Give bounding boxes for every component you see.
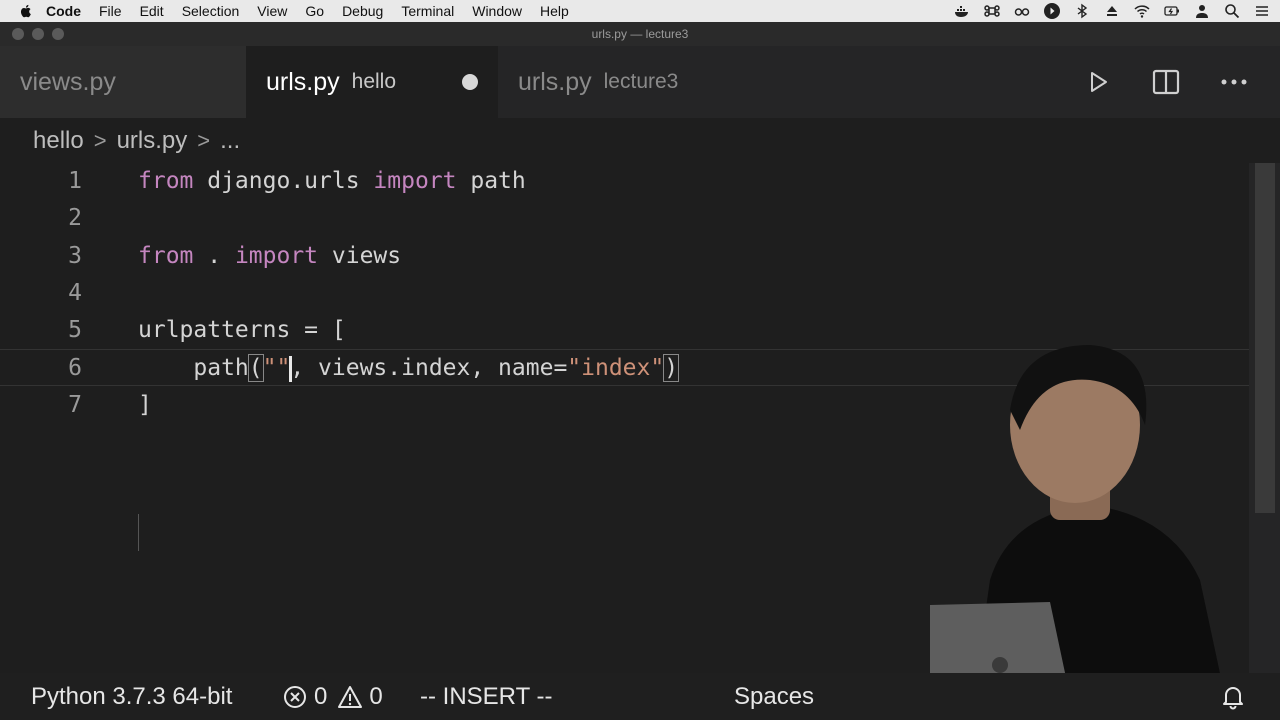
window-title-bar: urls.py — lecture3 [0,22,1280,46]
status-bar: Python 3.7.3 64-bit 0 0 -- INSERT -- Spa… [0,673,1280,720]
close-window-button[interactable] [12,28,24,40]
wifi-icon[interactable] [1134,3,1150,19]
line-number: 4 [68,280,82,306]
menu-selection[interactable]: Selection [182,0,240,22]
code-token: path [456,168,526,194]
chevron-right-icon: > [93,128,107,153]
split-editor-icon[interactable] [1150,66,1182,98]
line-number: 1 [68,168,82,194]
control-center-icon[interactable] [1254,3,1270,19]
tab-label: urls.py [518,67,592,96]
window-controls [12,28,64,40]
line-number: 6 [68,355,82,381]
code-token: path [138,355,249,381]
menu-view[interactable]: View [257,0,287,22]
window-title: urls.py — lecture3 [591,27,689,41]
battery-icon[interactable] [1164,3,1180,19]
code-token: views [318,243,402,269]
menu-terminal[interactable]: Terminal [401,0,454,22]
line-number: 3 [68,243,82,269]
tab-views-py[interactable]: views.py [0,46,246,118]
line-number: 7 [68,392,82,418]
code-text: ] [138,387,152,424]
matched-bracket: ) [663,354,680,382]
docker-icon[interactable] [954,3,970,19]
notifications-bell-icon[interactable] [1220,673,1246,720]
code-text: from django.urls import path [138,163,526,200]
keyword-token: import [234,243,319,269]
breadcrumb: hello > urls.py > ... [33,122,240,160]
keyword-token: from [138,243,194,269]
code-token: ] [138,392,152,418]
menu-bar: Code File Edit Selection View Go Debug T… [0,0,1280,22]
breadcrumb-file[interactable]: urls.py [117,127,188,155]
tab-urls-py-lecture3[interactable]: urls.py lecture3 [498,46,718,118]
string-token: "index" [567,355,665,381]
eject-icon[interactable] [1104,3,1120,19]
vertical-scrollbar[interactable] [1249,163,1280,673]
more-actions-icon[interactable] [1218,66,1250,98]
code-text: from . import views [138,238,401,275]
presenter-video-overlay [930,330,1250,720]
menu-code[interactable]: Code [46,0,81,22]
menu-help[interactable]: Help [540,0,569,22]
menu-file[interactable]: File [99,0,122,22]
problems-indicator[interactable]: 0 0 [282,673,383,720]
breadcrumb-symbol[interactable]: ... [220,127,240,155]
menu-debug[interactable]: Debug [342,0,383,22]
tab-urls-py-hello[interactable]: urls.py hello [246,46,498,118]
error-icon [282,684,308,710]
chevron-right-icon: > [197,128,211,153]
command-key-icon[interactable] [984,3,1000,19]
zoom-window-button[interactable] [52,28,64,40]
matched-bracket: ( [247,354,264,382]
play-circle-icon[interactable] [1044,3,1060,19]
tab-description: hello [351,70,397,93]
bluetooth-icon[interactable] [1074,3,1090,19]
warning-icon [337,684,363,710]
search-icon[interactable] [1224,3,1240,19]
run-icon[interactable] [1082,66,1114,98]
code-text: path("", views.index, name="index") [138,350,680,387]
code-line[interactable]: 3 from . import views [0,238,1250,275]
indent-guide [138,514,139,551]
code-line[interactable]: 1 from django.urls import path [0,163,1250,200]
indentation-setting[interactable]: Spaces [734,673,814,720]
keyword-token: import [373,168,457,194]
menu-go[interactable]: Go [305,0,324,22]
code-token: django.urls [193,168,374,194]
menu-window[interactable]: Window [472,0,522,22]
unsaved-changes-icon[interactable] [462,74,478,90]
warning-count: 0 [369,682,383,710]
editor-actions [1082,46,1250,118]
python-interpreter[interactable]: Python 3.7.3 64-bit [31,673,232,720]
breadcrumb-folder[interactable]: hello [33,127,84,155]
code-text: urlpatterns = [ [138,312,346,349]
tab-description: lecture3 [603,70,679,93]
vim-mode: -- INSERT -- [420,682,553,710]
line-number: 2 [68,205,82,231]
code-line[interactable]: 2 [0,200,1250,237]
user-icon[interactable] [1194,3,1210,19]
tab-label: views.py [20,67,116,96]
string-token: "" [262,355,291,381]
keyword-token: from [138,168,194,194]
code-token: urlpatterns = [ [138,317,346,343]
minimize-window-button[interactable] [32,28,44,40]
error-count: 0 [314,682,328,710]
apple-icon[interactable] [18,3,34,19]
code-token: . [193,243,235,269]
menu-bar-status-icons [954,0,1270,22]
code-token: , views.index, name= [290,355,568,381]
glasses-icon[interactable] [1014,3,1030,19]
tab-label: urls.py [266,67,340,96]
code-line[interactable]: 4 [0,275,1250,312]
scrollbar-thumb[interactable] [1255,163,1275,513]
menu-edit[interactable]: Edit [140,0,164,22]
line-number: 5 [68,317,82,343]
editor-tab-bar: views.py urls.py hello urls.py lecture3 [0,46,1280,118]
